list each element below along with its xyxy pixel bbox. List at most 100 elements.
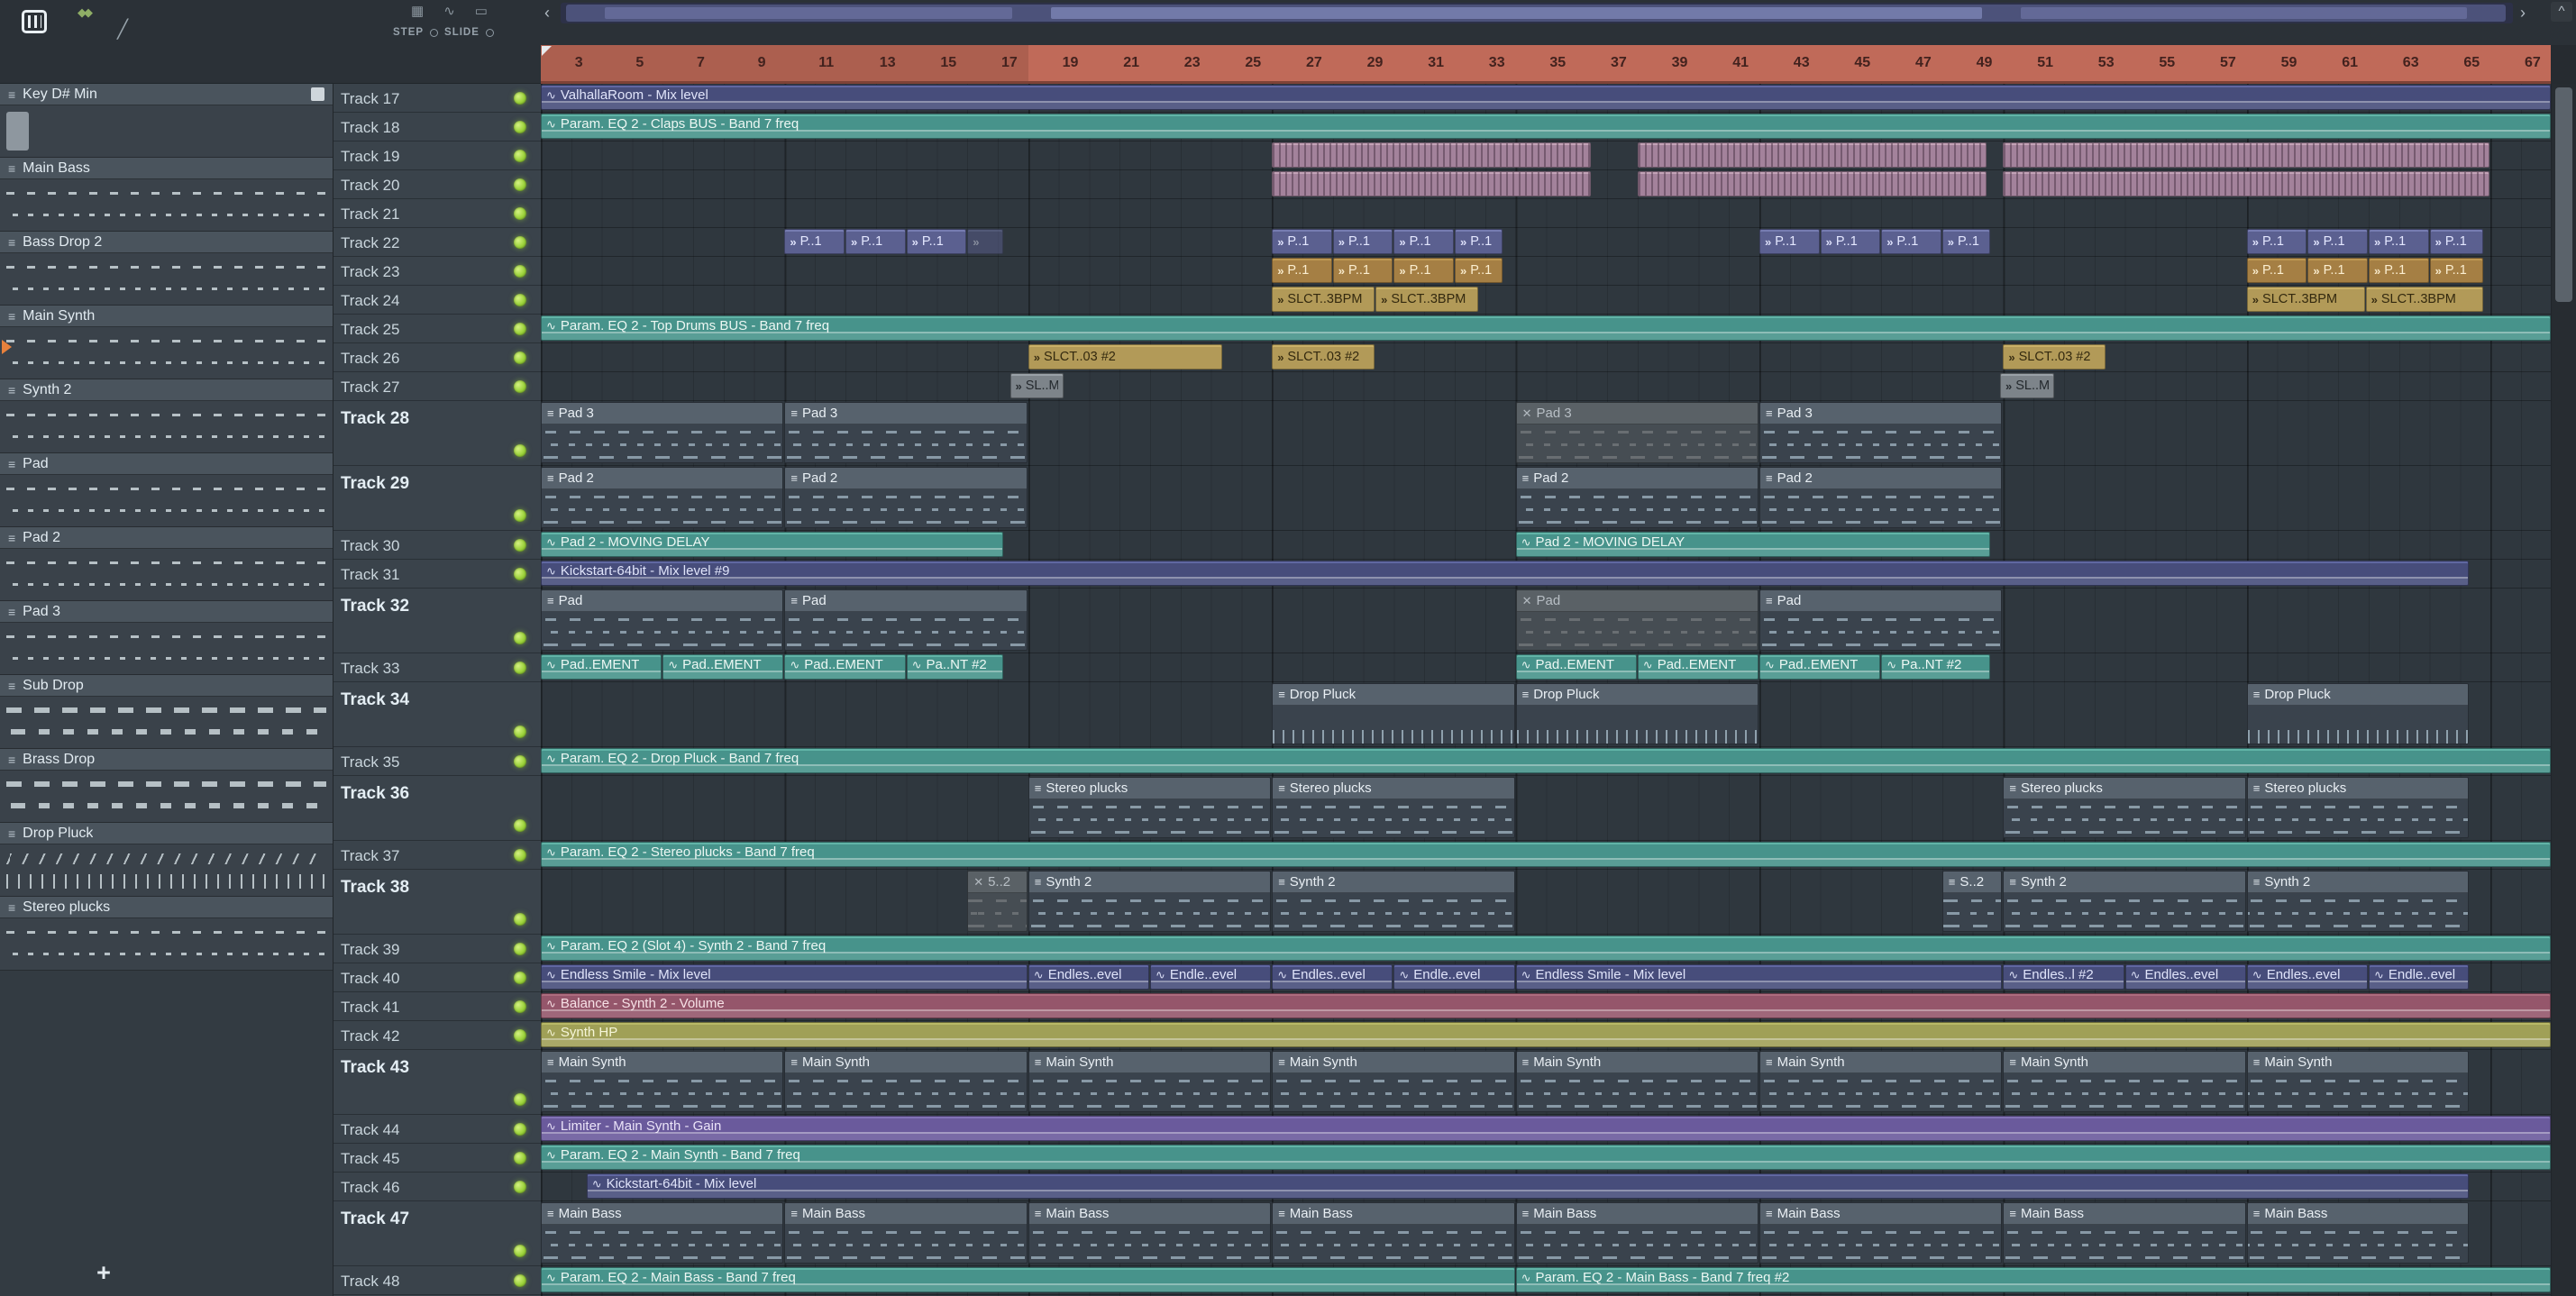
pattern-clip[interactable]: ≡ Main Synth: [1028, 1051, 1272, 1112]
grid-tool-icon[interactable]: ▦: [411, 3, 424, 19]
track-lane[interactable]: ∿ Endless Smile - Mix level ∿ Endles..evel ∿…: [541, 963, 2551, 992]
mute-led[interactable]: [514, 322, 526, 335]
automation-clip[interactable]: ∿ Pa..NT #2: [1881, 654, 1990, 680]
mute-led[interactable]: [514, 971, 526, 984]
pattern-clip[interactable]: ≡ Main Bass: [541, 1202, 784, 1264]
picker-item[interactable]: ≡ Pad: [0, 453, 333, 527]
track-header-row[interactable]: Track 35: [333, 747, 541, 776]
mute-led[interactable]: [514, 1273, 526, 1287]
automation-clip[interactable]: ∿ Endles..evel: [2124, 964, 2246, 990]
track-header-row[interactable]: Track 44: [333, 1115, 541, 1144]
track-lane[interactable]: [541, 199, 2551, 228]
track-lane[interactable]: ∿ Pad 2 - MOVING DELAY ∿ Pad 2 - MOVING DEL…: [541, 531, 2551, 560]
pattern-clip[interactable]: » P..1: [1455, 229, 1503, 254]
vertical-scrollbar[interactable]: [2551, 84, 2576, 1296]
collapse-icon[interactable]: ^: [2551, 2, 2572, 22]
automation-clip[interactable]: ∿ Endles..evel: [1028, 964, 1149, 990]
automation-clip[interactable]: ∿ Param. EQ 2 - Main Bass - Band 7 freq #…: [1515, 1267, 2551, 1292]
picker-item[interactable]: ≡ Drop Pluck: [0, 823, 333, 897]
track-header-row[interactable]: Track 20: [333, 170, 541, 199]
hscroll-handle[interactable]: [566, 5, 2506, 22]
track-header-row[interactable]: Track 19: [333, 141, 541, 170]
pattern-clip[interactable]: ≡ Synth 2: [2003, 871, 2246, 932]
pattern-clip[interactable]: ≡ Pad 2: [1759, 467, 2003, 528]
track-header-row[interactable]: Track 29: [333, 466, 541, 531]
mute-led[interactable]: [514, 1151, 526, 1164]
pattern-clip[interactable]: »: [967, 229, 1003, 254]
track-lane[interactable]: ∿ Param. EQ 2 - Main Synth - Band 7 freq: [541, 1144, 2551, 1173]
track-header-row[interactable]: Track 17: [333, 84, 541, 113]
mute-led[interactable]: [514, 661, 526, 674]
pattern-clip[interactable]: » SL..M: [2000, 373, 2054, 398]
track-header-row[interactable]: Track 18: [333, 113, 541, 141]
automation-clip[interactable]: ∿ Param. EQ 2 - Top Drums BUS - Band 7 fr…: [541, 315, 2551, 341]
pattern-clip[interactable]: ≡ Drop Pluck: [2246, 683, 2469, 744]
pattern-clip[interactable]: » P..1: [1393, 258, 1454, 283]
track-lane[interactable]: ≡ Pad 3 ≡ Pad 3 ✕ Pad 3 ≡ Pad 3: [541, 401, 2551, 466]
automation-clip[interactable]: ∿ Param. EQ 2 - Main Bass - Band 7 freq: [541, 1267, 1515, 1292]
pattern-clip[interactable]: ≡ Stereo plucks: [2246, 777, 2469, 838]
pattern-clip[interactable]: » P..1: [845, 229, 906, 254]
track-header-row[interactable]: Track 33: [333, 653, 541, 682]
picker-item[interactable]: ≡ Pad 2: [0, 527, 333, 601]
automation-clip[interactable]: ∿ Endless Smile - Mix level: [541, 964, 1028, 990]
track-header-row[interactable]: Track 37: [333, 841, 541, 870]
automation-clip[interactable]: ∿ Endles..evel: [1272, 964, 1393, 990]
pattern-clip[interactable]: ≡ Main Synth: [1759, 1051, 2003, 1112]
picker-item-header[interactable]: ≡ Main Synth: [0, 306, 333, 327]
picker-item[interactable]: ≡ Sub Drop: [0, 675, 333, 749]
track-lane[interactable]: » P..1» P..1» P..1» P..1» P..1» P..1» P..1» P..1: [541, 257, 2551, 286]
automation-clip[interactable]: ∿ Pad..EMENT: [662, 654, 784, 680]
pattern-clip[interactable]: ≡ Pad 3: [541, 402, 784, 463]
automation-clip[interactable]: ∿ Param. EQ 2 - Stereo plucks - Band 7 fr…: [541, 842, 2551, 867]
track-lane[interactable]: ≡ Main Bass ≡ Main Bass ≡ Main Bass ≡ Main Bass…: [541, 1201, 2551, 1266]
mute-led[interactable]: [514, 206, 526, 220]
pattern-clip[interactable]: » P..1: [784, 229, 845, 254]
automation-clip[interactable]: ∿ Kickstart-64bit - Mix level: [586, 1173, 2469, 1199]
playlist-icon[interactable]: [22, 10, 47, 33]
pattern-clip[interactable]: ≡ Stereo plucks: [1272, 777, 1515, 838]
picker-item[interactable]: ≡ Main Synth: [0, 306, 333, 379]
track-header-row[interactable]: Track 39: [333, 935, 541, 963]
mute-led[interactable]: [514, 754, 526, 768]
slide-toggle[interactable]: [485, 28, 494, 37]
automation-clip[interactable]: ∿ ValhallaRoom - Mix level: [541, 85, 2551, 110]
track-lane[interactable]: ≡ Main Synth ≡ Main Synth ≡ Main Synth ≡ Main S…: [541, 1050, 2551, 1115]
track-lane[interactable]: ∿ Param. EQ 2 - Drop Pluck - Band 7 freq: [541, 747, 2551, 776]
add-button[interactable]: +: [86, 1259, 122, 1287]
automation-clip[interactable]: ∿ Endles..l #2: [2003, 964, 2124, 990]
track-lane[interactable]: ∿ Balance - Synth 2 - Volume: [541, 992, 2551, 1021]
pattern-clip[interactable]: ≡ Main Synth: [1272, 1051, 1515, 1112]
pattern-clip[interactable]: ≡ Pad 3: [784, 402, 1028, 463]
track-header-row[interactable]: Track 41: [333, 992, 541, 1021]
pattern-clip[interactable]: ≡ Synth 2: [1028, 871, 1272, 932]
automation-clip[interactable]: ∿ Pad..EMENT: [1637, 654, 1758, 680]
pattern-clip[interactable]: ≡ Synth 2: [1272, 871, 1515, 932]
pattern-clip[interactable]: ✕ 5..2: [967, 871, 1028, 932]
track-header-row[interactable]: Track 22: [333, 228, 541, 257]
mute-led[interactable]: [514, 149, 526, 162]
automation-clip[interactable]: ∿ Pad 2 - MOVING DELAY: [541, 532, 1003, 557]
pattern-clip[interactable]: ≡ Pad 3: [1759, 402, 2003, 463]
audio-clip[interactable]: [1272, 171, 1592, 196]
track-header-row[interactable]: Track 40: [333, 963, 541, 992]
automation-clip[interactable]: ∿ Endle..evel: [1393, 964, 1515, 990]
track-header-row[interactable]: Track 28: [333, 401, 541, 466]
automation-clip[interactable]: ∿ Endles..evel: [2246, 964, 2368, 990]
picker-item[interactable]: ≡ Brass Drop: [0, 749, 333, 823]
track-header-row[interactable]: Track 36: [333, 776, 541, 841]
mute-led[interactable]: [514, 1122, 526, 1136]
track-header-row[interactable]: Track 21: [333, 199, 541, 228]
pattern-clip[interactable]: ≡ Main Synth: [2003, 1051, 2246, 1112]
pattern-clip[interactable]: ≡ S..2: [1941, 871, 2003, 932]
picker-item-header[interactable]: ≡ Sub Drop: [0, 675, 333, 697]
mute-led[interactable]: [514, 999, 526, 1013]
picker-item-header[interactable]: ≡ Bass Drop 2: [0, 232, 333, 253]
track-header-row[interactable]: Track 46: [333, 1173, 541, 1201]
timeline-ruler[interactable]: 3 5 7 9 11 13 15 17 19 21 23 25 27 29 31 33 35 37 39 41 43 45…: [541, 45, 2551, 84]
track-header-row[interactable]: Track 24: [333, 286, 541, 315]
pattern-clip[interactable]: » P..1: [1332, 258, 1393, 283]
audio-clip[interactable]: [2003, 171, 2490, 196]
track-lane[interactable]: » SLCT..03 #2» SLCT..03 #2» SLCT..03 #2: [541, 343, 2551, 372]
mute-led[interactable]: [514, 1180, 526, 1193]
